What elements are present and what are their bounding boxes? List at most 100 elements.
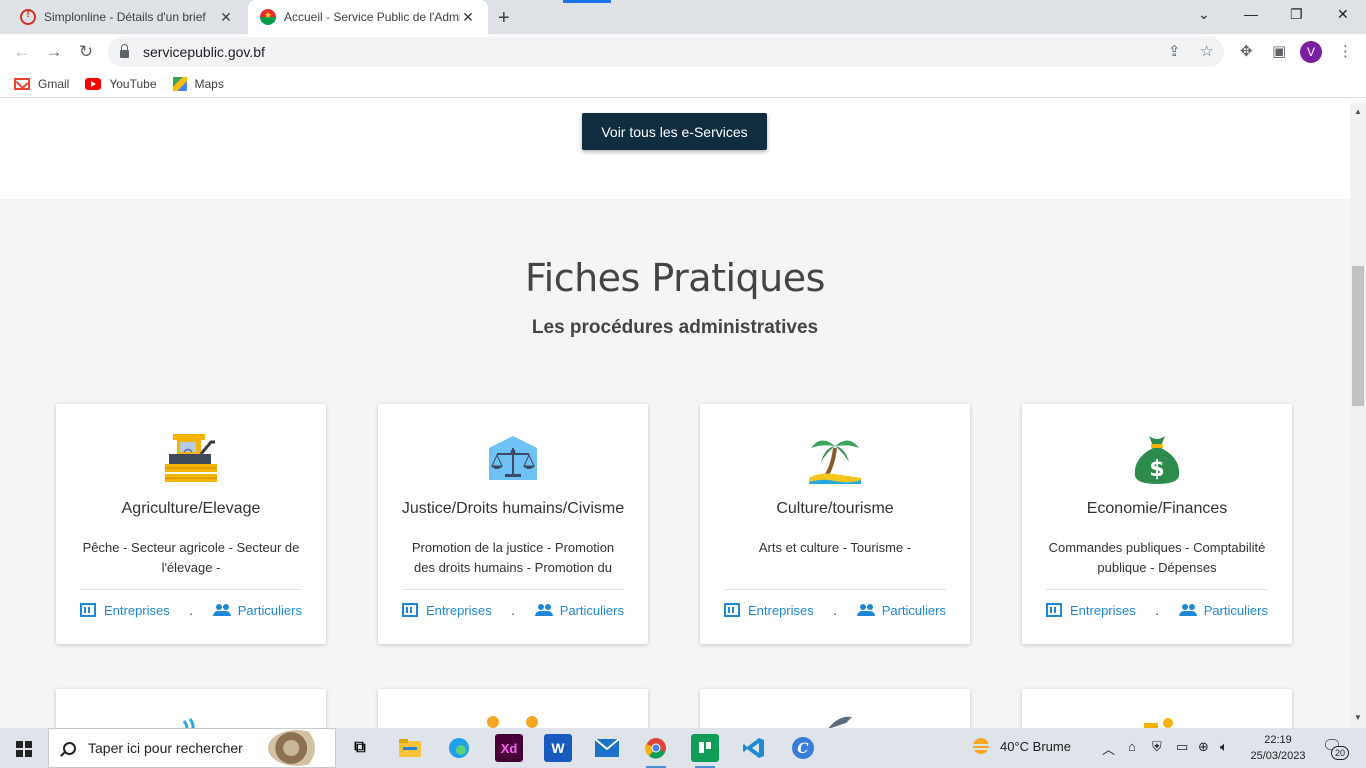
window-close-icon[interactable]: ✕ <box>1337 6 1349 23</box>
browser-toolbar: ← → ↻ servicepublic.gov.bf ⇪ ☆ ✥ ▣ V ⋮ <box>0 34 1366 70</box>
bookmark-youtube[interactable]: YouTube <box>85 77 157 91</box>
back-arrow-icon[interactable]: ← <box>12 42 32 62</box>
url-text[interactable]: servicepublic.gov.bf <box>143 44 265 60</box>
edge-icon[interactable] <box>445 734 473 762</box>
weather-text[interactable]: 40°C Brume <box>1000 739 1071 754</box>
close-icon[interactable]: ✕ <box>460 9 476 25</box>
card-justice[interactable]: Justice/Droits humains/Civisme Promotion… <box>378 404 648 644</box>
address-bar[interactable]: servicepublic.gov.bf <box>108 37 1224 67</box>
card-description: Arts et culture - Tourisme - <box>758 540 912 555</box>
card-title[interactable]: Justice/Droits humains/Civisme <box>388 500 638 518</box>
tab-simplonline[interactable]: Simplonline - Détails d'un brief ✕ <box>8 0 246 34</box>
minimize-icon[interactable]: — <box>1244 6 1258 22</box>
link-label: Entreprises <box>748 602 814 618</box>
particuliers-link[interactable]: Particuliers <box>212 602 302 618</box>
particuliers-link[interactable]: Particuliers <box>534 603 624 618</box>
particuliers-link[interactable]: Particuliers <box>1178 602 1268 618</box>
windows-start-icon[interactable] <box>16 741 32 757</box>
link-label: Particuliers <box>1203 602 1268 618</box>
file-explorer-icon[interactable] <box>396 734 424 762</box>
view-all-eservices-button[interactable]: Voir tous les e-Services <box>582 113 767 150</box>
mail-icon[interactable] <box>593 734 621 762</box>
scroll-down-icon[interactable]: ▼ <box>1354 713 1362 722</box>
reload-icon[interactable]: ↻ <box>76 42 96 62</box>
eservices-band: Voir tous les e-Services <box>0 103 1350 199</box>
vscode-icon[interactable] <box>740 734 768 762</box>
forward-arrow-icon[interactable]: → <box>44 42 64 62</box>
tab-indicator <box>563 0 611 3</box>
section-title: Fiches Pratiques <box>525 256 825 300</box>
divider <box>80 589 302 590</box>
card-title[interactable]: Economie/Finances <box>1032 500 1282 518</box>
page-scrollbar[interactable]: ▲ ▼ <box>1350 103 1366 728</box>
trello-icon[interactable] <box>691 734 719 768</box>
close-icon[interactable]: ✕ <box>218 9 234 25</box>
link-separator: . <box>1155 602 1160 618</box>
system-clock[interactable]: 22:19 25/03/2023 <box>1246 732 1310 764</box>
shell-image-icon[interactable] <box>268 730 326 766</box>
windows-taskbar: Taper ici pour rechercher ⧉ Xd W C 40°C … <box>0 728 1366 768</box>
side-panel-icon[interactable]: ▣ <box>1272 42 1286 60</box>
link-label: Entreprises <box>426 602 492 618</box>
card-partial[interactable] <box>700 689 970 728</box>
tab-service-public[interactable]: Accueil - Service Public de l'Admi ✕ <box>248 0 488 34</box>
card-agriculture[interactable]: Agriculture/Elevage Pêche - Secteur agri… <box>56 404 326 644</box>
meet-now-icon[interactable]: ⌂ <box>1128 739 1136 754</box>
clock-time: 22:19 <box>1264 734 1292 746</box>
card-partial[interactable] <box>56 689 326 728</box>
card-links: Entreprises . Particuliers <box>402 600 624 620</box>
money-bag-icon: $ <box>1134 436 1180 484</box>
bookmark-gmail[interactable]: Gmail <box>14 77 69 91</box>
tab-title: Accueil - Service Public de l'Admi <box>284 10 460 24</box>
task-view-icon[interactable]: ⧉ <box>346 734 374 762</box>
card-title[interactable]: Agriculture/Elevage <box>66 500 316 518</box>
building-icon <box>724 603 740 617</box>
bookmark-star-icon[interactable]: ☆ <box>1200 42 1213 60</box>
scales-icon <box>489 436 537 480</box>
entreprises-link[interactable]: Entreprises <box>402 603 492 618</box>
bookmark-label: Gmail <box>38 76 70 91</box>
chrome-icon[interactable] <box>642 734 670 768</box>
card-economie[interactable]: $ Economie/Finances Commandes publiques … <box>1022 404 1292 644</box>
menu-kebab-icon[interactable]: ⋮ <box>1338 42 1353 60</box>
volume-icon[interactable]: 🔈︎ <box>1220 739 1228 755</box>
entreprises-link[interactable]: Entreprises <box>80 603 170 618</box>
people-icon <box>856 604 875 616</box>
notification-count-badge: 20 <box>1331 746 1349 760</box>
adobe-xd-icon[interactable]: Xd <box>495 734 523 762</box>
link-label: Particuliers <box>237 602 302 618</box>
bookmarks-bar: Gmail YouTube Maps <box>0 70 1366 98</box>
entreprises-link[interactable]: Entreprises <box>1046 603 1136 618</box>
simplonline-favicon-icon <box>20 9 36 25</box>
scroll-thumb[interactable] <box>1352 266 1364 406</box>
new-tab-plus-icon[interactable]: + <box>498 7 510 30</box>
profile-avatar[interactable]: V <box>1300 41 1322 63</box>
scroll-up-icon[interactable]: ▲ <box>1354 107 1362 116</box>
section-subtitle: Les procédures administratives <box>531 317 819 338</box>
card-partial[interactable] <box>378 689 648 728</box>
bookmark-maps[interactable]: Maps <box>172 76 224 91</box>
tool-icon <box>828 716 852 728</box>
card-title[interactable]: Culture/tourisme <box>710 500 960 518</box>
particuliers-link[interactable]: Particuliers <box>856 603 946 618</box>
search-icon <box>63 741 76 755</box>
extensions-puzzle-icon[interactable]: ✥ <box>1240 42 1253 60</box>
tab-search-chevron-icon[interactable]: ⌄ <box>1198 6 1210 23</box>
weather-sun-icon[interactable] <box>970 737 992 760</box>
chevron-up-icon[interactable]: ︿ <box>1102 739 1115 758</box>
entreprises-link[interactable]: Entreprises <box>724 603 814 618</box>
signal-icon <box>182 718 195 728</box>
share-icon[interactable]: ⇪ <box>1168 42 1181 60</box>
battery-icon[interactable]: ▭ <box>1176 739 1188 755</box>
link-separator: . <box>511 602 516 618</box>
security-icon[interactable]: ⛨ <box>1152 739 1162 755</box>
palm-tree-icon <box>809 440 861 484</box>
network-globe-icon[interactable]: ⊕ <box>1198 739 1209 755</box>
word-icon[interactable]: W <box>544 734 572 762</box>
card-description: Pêche - Secteur agricole - Secteur de l'… <box>82 540 300 575</box>
restore-icon[interactable]: ❐ <box>1290 6 1303 23</box>
card-partial[interactable] <box>1022 689 1292 728</box>
canva-icon[interactable]: C <box>789 734 817 762</box>
card-culture[interactable]: Culture/tourisme Arts et culture - Touri… <box>700 404 970 644</box>
lock-icon[interactable] <box>120 44 129 58</box>
